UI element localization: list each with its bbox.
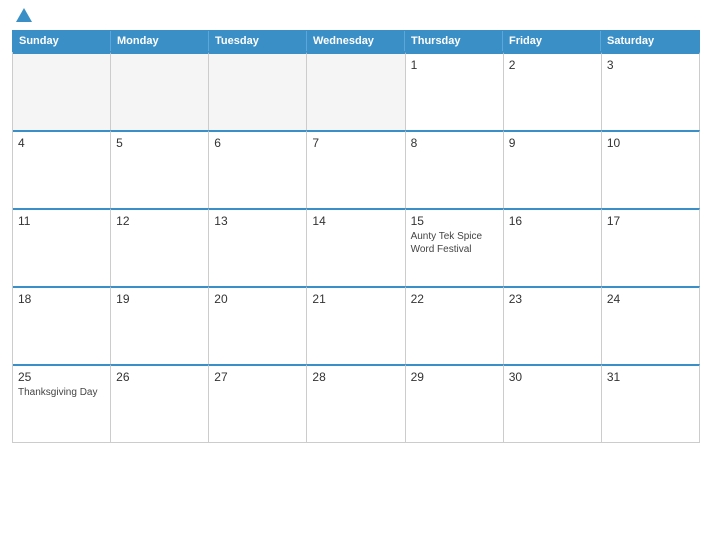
cal-cell: 19 (111, 286, 209, 364)
cal-cell: 10 (602, 130, 700, 208)
cal-cell: 29 (406, 364, 504, 442)
dow-cell-saturday: Saturday (601, 31, 699, 51)
day-number: 15 (411, 214, 498, 228)
dow-cell-tuesday: Tuesday (209, 31, 307, 51)
day-number: 18 (18, 292, 105, 306)
cal-cell: 13 (209, 208, 307, 286)
day-number: 1 (411, 58, 498, 72)
logo (12, 10, 32, 22)
day-number: 30 (509, 370, 596, 384)
day-number: 17 (607, 214, 694, 228)
cal-cell: 9 (504, 130, 602, 208)
day-number: 5 (116, 136, 203, 150)
day-number: 14 (312, 214, 399, 228)
day-number: 6 (214, 136, 301, 150)
day-number: 19 (116, 292, 203, 306)
cal-cell: 24 (602, 286, 700, 364)
calendar-grid: 123456789101112131415Aunty Tek Spice Wor… (12, 52, 700, 443)
cal-cell (13, 52, 111, 130)
cal-cell (307, 52, 405, 130)
event-text: Thanksgiving Day (18, 386, 105, 399)
cal-cell: 31 (602, 364, 700, 442)
cal-cell: 8 (406, 130, 504, 208)
cal-cell: 14 (307, 208, 405, 286)
event-text: Aunty Tek Spice Word Festival (411, 230, 498, 256)
dow-cell-thursday: Thursday (405, 31, 503, 51)
calendar-container: SundayMondayTuesdayWednesdayThursdayFrid… (0, 0, 712, 550)
day-number: 25 (18, 370, 105, 384)
day-number: 12 (116, 214, 203, 228)
cal-cell: 4 (13, 130, 111, 208)
cal-cell: 7 (307, 130, 405, 208)
cal-cell: 15 Aunty Tek Spice Word Festival (406, 208, 504, 286)
day-number: 20 (214, 292, 301, 306)
day-number: 31 (607, 370, 694, 384)
day-number: 3 (607, 58, 694, 72)
cal-cell: 16 (504, 208, 602, 286)
cal-cell: 23 (504, 286, 602, 364)
cal-cell: 25 Thanksgiving Day (13, 364, 111, 442)
day-number: 27 (214, 370, 301, 384)
dow-cell-wednesday: Wednesday (307, 31, 405, 51)
day-number: 8 (411, 136, 498, 150)
cal-cell: 27 (209, 364, 307, 442)
cal-cell: 5 (111, 130, 209, 208)
cal-cell (209, 52, 307, 130)
day-number: 29 (411, 370, 498, 384)
day-number: 22 (411, 292, 498, 306)
day-number: 26 (116, 370, 203, 384)
day-number: 23 (509, 292, 596, 306)
day-number: 16 (509, 214, 596, 228)
cal-cell: 28 (307, 364, 405, 442)
dow-cell-monday: Monday (111, 31, 209, 51)
days-of-week-header: SundayMondayTuesdayWednesdayThursdayFrid… (12, 30, 700, 52)
dow-cell-friday: Friday (503, 31, 601, 51)
calendar-header (12, 10, 700, 22)
cal-cell: 6 (209, 130, 307, 208)
day-number: 2 (509, 58, 596, 72)
cal-cell: 20 (209, 286, 307, 364)
day-number: 7 (312, 136, 399, 150)
cal-cell: 18 (13, 286, 111, 364)
day-number: 21 (312, 292, 399, 306)
day-number: 28 (312, 370, 399, 384)
day-number: 11 (18, 214, 105, 228)
cal-cell: 11 (13, 208, 111, 286)
cal-cell: 30 (504, 364, 602, 442)
cal-cell: 26 (111, 364, 209, 442)
cal-cell: 12 (111, 208, 209, 286)
day-number: 10 (607, 136, 694, 150)
cal-cell: 17 (602, 208, 700, 286)
day-number: 24 (607, 292, 694, 306)
dow-cell-sunday: Sunday (13, 31, 111, 51)
cal-cell: 3 (602, 52, 700, 130)
cal-cell: 1 (406, 52, 504, 130)
logo-triangle-icon (16, 8, 32, 22)
cal-cell: 22 (406, 286, 504, 364)
day-number: 13 (214, 214, 301, 228)
day-number: 4 (18, 136, 105, 150)
cal-cell: 21 (307, 286, 405, 364)
cal-cell (111, 52, 209, 130)
day-number: 9 (509, 136, 596, 150)
cal-cell: 2 (504, 52, 602, 130)
